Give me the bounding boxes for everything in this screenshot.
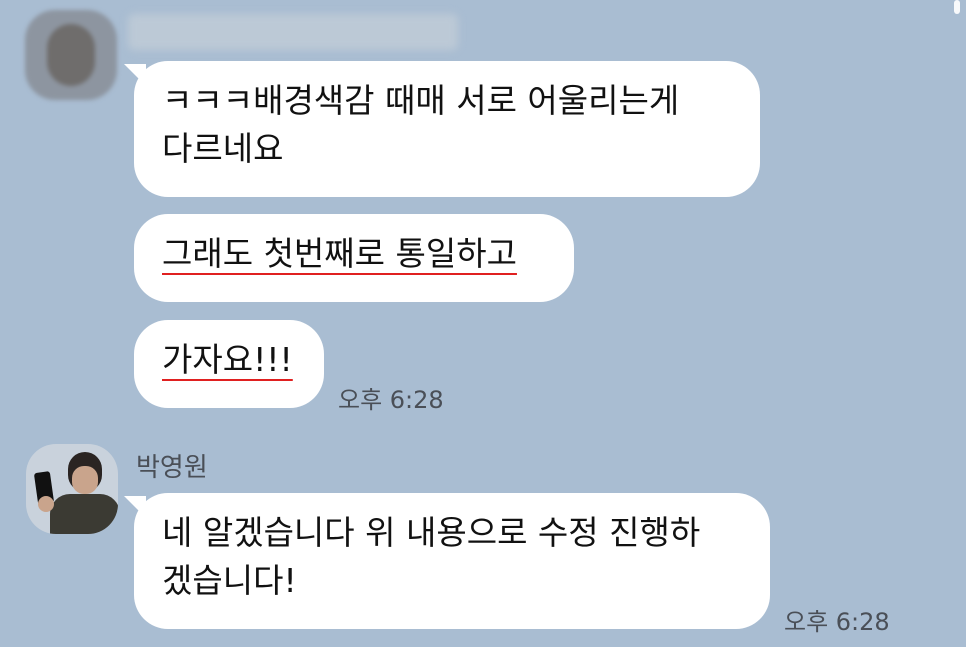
message-line: 다르네요 — [162, 129, 284, 168]
message-bubble[interactable]: 가자요!!! — [134, 320, 324, 408]
message-line: 겠습니다! — [162, 561, 297, 600]
sender-name: 박영원 — [136, 453, 208, 483]
message-text: 가자요!!! — [162, 340, 293, 379]
scrollbar[interactable] — [954, 0, 960, 14]
message-timestamp: 오후 6:28 — [784, 608, 890, 636]
sender-name-blurred — [128, 14, 458, 50]
blurred-face-icon — [47, 24, 95, 86]
message-bubble[interactable]: ㅋㅋㅋ배경색감 때매 서로 어울리는게 다르네요 — [134, 61, 760, 197]
message-text: 그래도 첫번째로 통일하고 — [162, 234, 517, 273]
body-shape — [50, 494, 118, 534]
message-timestamp: 오후 6:28 — [338, 386, 444, 414]
hand-shape — [38, 496, 54, 512]
message-bubble[interactable]: 네 알겠습니다 위 내용으로 수정 진행하 겠습니다! — [134, 493, 770, 629]
sender-avatar-blurred[interactable] — [25, 10, 117, 100]
sender-avatar[interactable] — [26, 444, 118, 534]
message-line: ㅋㅋㅋ배경색감 때매 서로 어울리는게 — [162, 81, 680, 120]
message-line: 네 알겠습니다 위 내용으로 수정 진행하 — [162, 513, 701, 552]
face-shape — [72, 466, 98, 494]
message-bubble[interactable]: 그래도 첫번째로 통일하고 — [134, 214, 574, 302]
